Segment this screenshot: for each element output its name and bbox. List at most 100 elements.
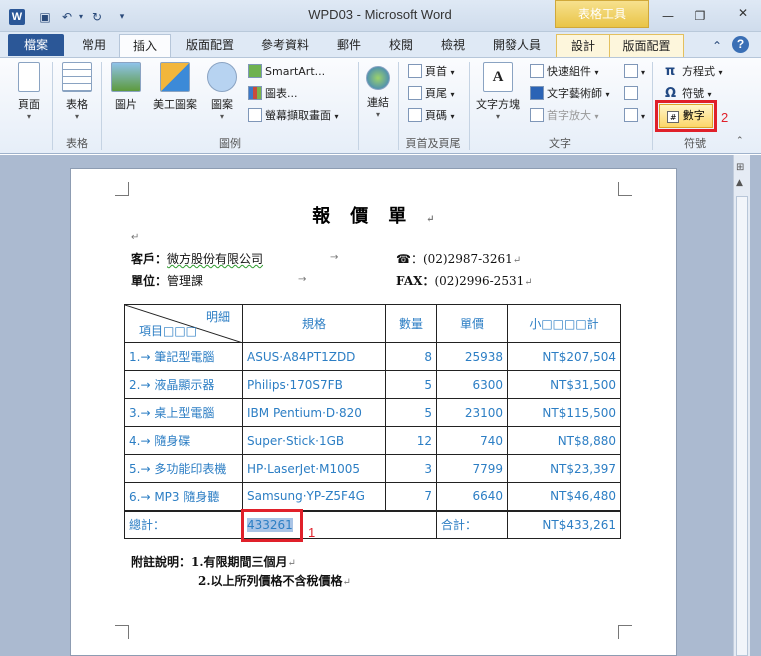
header-spec[interactable]: 規格: [242, 304, 386, 343]
subtotal-cell[interactable]: NT$115,500: [507, 398, 621, 427]
item-cell[interactable]: 4.→ 隨身碟: [124, 426, 243, 455]
close-icon[interactable]: ✕: [727, 4, 759, 26]
header-price[interactable]: 單價: [436, 304, 508, 343]
scroll-up-icon[interactable]: ▲: [736, 178, 743, 188]
tab-home[interactable]: 常用: [74, 34, 114, 58]
smartart-icon: [248, 64, 262, 78]
shapes-label: 圖案: [211, 98, 233, 111]
tab-developer[interactable]: 開發人員: [484, 34, 550, 58]
customize-qat-icon[interactable]: ▾: [113, 8, 131, 26]
clipart-button[interactable]: 美工圖案: [149, 62, 201, 112]
subtotal-cell[interactable]: NT$8,880: [507, 426, 621, 455]
page-button[interactable]: 頁面 ▾: [10, 62, 48, 121]
qty-cell[interactable]: 12: [385, 426, 437, 455]
tab-table-design[interactable]: 設計: [556, 34, 610, 58]
header-qty[interactable]: 數量: [385, 304, 437, 343]
total-value-cell[interactable]: NT$433,261: [507, 510, 621, 539]
chevron-down-icon: ▾: [74, 112, 79, 121]
group-label-illustrations: 圖例: [219, 137, 241, 150]
price-cell[interactable]: 7799: [436, 454, 508, 483]
qty-cell[interactable]: 5: [385, 398, 437, 427]
page-number-button[interactable]: 頁碼 ▾: [408, 106, 455, 126]
qty-cell[interactable]: 8: [385, 342, 437, 371]
qty-cell[interactable]: 7: [385, 482, 437, 511]
object-button[interactable]: ▾: [624, 106, 645, 126]
link-button[interactable]: 連結 ▾: [362, 62, 394, 119]
expand-icon[interactable]: ⌃: [736, 136, 744, 146]
minimize-icon[interactable]: —: [655, 7, 681, 25]
tab-references[interactable]: 參考資料: [252, 34, 318, 58]
price-cell[interactable]: 23100: [436, 398, 508, 427]
subtotal-cell[interactable]: NT$207,504: [507, 342, 621, 371]
item-cell[interactable]: 5.→ 多功能印表機: [124, 454, 243, 483]
header-subtotal[interactable]: 小□□□□計: [507, 304, 621, 343]
chart-button[interactable]: 圖表...: [248, 84, 298, 104]
tab-page-layout[interactable]: 版面配置: [178, 34, 242, 58]
ruler-toggle-icon[interactable]: ⊞: [736, 162, 744, 173]
header-item: 項目□□□: [139, 324, 198, 338]
shapes-icon: [207, 62, 237, 92]
price-cell[interactable]: 25938: [436, 342, 508, 371]
tab-insert[interactable]: 插入: [119, 34, 171, 58]
spec-cell[interactable]: HP·LaserJet·M1005: [242, 454, 386, 483]
spec-cell[interactable]: IBM Pentium·D·820: [242, 398, 386, 427]
header-button[interactable]: 頁首 ▾: [408, 62, 455, 82]
date-time-button[interactable]: [624, 84, 641, 104]
textbox-button[interactable]: A 文字方塊 ▾: [473, 62, 523, 121]
tab-table-layout[interactable]: 版面配置: [610, 34, 684, 58]
clipart-icon: [160, 62, 190, 92]
spec-cell[interactable]: Samsung·YP-Z5F4G: [242, 482, 386, 511]
picture-button[interactable]: 圖片: [108, 62, 144, 112]
subtotal-cell[interactable]: NT$31,500: [507, 370, 621, 399]
item-cell[interactable]: 3.→ 桌上型電腦: [124, 398, 243, 427]
wordart-button[interactable]: 文字藝術師 ▾: [530, 84, 610, 104]
table-button[interactable]: 表格 ▾: [57, 62, 97, 121]
quickparts-button[interactable]: 快速組件 ▾: [530, 62, 599, 82]
equation-button[interactable]: π 方程式 ▾: [665, 62, 723, 82]
chevron-down-icon: ▾: [26, 112, 31, 121]
signature-line-button[interactable]: ▾: [624, 62, 645, 82]
textbox-label: 文字方塊: [476, 98, 520, 111]
total-qty-label-cell[interactable]: 總計：: [124, 510, 243, 539]
qty-cell[interactable]: 3: [385, 454, 437, 483]
table-tools-header: 表格工具: [555, 0, 649, 28]
item-cell[interactable]: 2.→ 液晶顯示器: [124, 370, 243, 399]
spec-cell[interactable]: Philips·170S7FB: [242, 370, 386, 399]
page-number-icon: [408, 108, 422, 122]
tab-view[interactable]: 檢視: [432, 34, 474, 58]
spec-cell[interactable]: ASUS·A84PT1ZDD: [242, 342, 386, 371]
dropcap-button[interactable]: 首字放大 ▾: [530, 106, 599, 126]
selected-cell-highlight: [241, 509, 303, 542]
price-cell[interactable]: 6300: [436, 370, 508, 399]
save-icon[interactable]: ▣: [36, 8, 54, 26]
omega-icon: Ω: [665, 86, 677, 101]
quote-table[interactable]: 明細 項目□□□ 規格 數量 單價 小□□□□計 1.→ 筆記型電腦 ASUS·…: [124, 304, 621, 539]
footer-button[interactable]: 頁尾 ▾: [408, 84, 455, 104]
screenshot-button[interactable]: 螢幕擷取畫面 ▾: [248, 106, 339, 126]
restore-icon[interactable]: ❐: [687, 7, 713, 25]
qty-cell[interactable]: 5: [385, 370, 437, 399]
spec-cell[interactable]: Super·Stick·1GB: [242, 426, 386, 455]
word-app-icon[interactable]: W: [9, 9, 25, 25]
chevron-down-icon: ▾: [219, 112, 224, 121]
price-cell[interactable]: 740: [436, 426, 508, 455]
item-cell[interactable]: 1.→ 筆記型電腦: [124, 342, 243, 371]
ribbon-minimize-icon[interactable]: ⌃: [708, 37, 726, 55]
scroll-thumb[interactable]: [736, 196, 748, 656]
tab-file[interactable]: 檔案: [8, 34, 64, 56]
price-cell[interactable]: 6640: [436, 482, 508, 511]
screenshot-icon: [248, 108, 262, 122]
subtotal-cell[interactable]: NT$23,397: [507, 454, 621, 483]
redo-icon[interactable]: ↻: [88, 8, 106, 26]
diagonal-header-cell[interactable]: 明細 項目□□□: [124, 304, 243, 343]
shapes-button[interactable]: 圖案 ▾: [206, 62, 238, 121]
tab-review[interactable]: 校閱: [380, 34, 422, 58]
subtotal-cell[interactable]: NT$46,480: [507, 482, 621, 511]
item-cell[interactable]: 6.→ MP3 隨身聽: [124, 482, 243, 511]
paragraph-mark: ↵: [131, 232, 140, 243]
help-icon[interactable]: ?: [732, 36, 749, 53]
smartart-button[interactable]: SmartArt...: [248, 62, 325, 82]
tab-mailings[interactable]: 郵件: [328, 34, 370, 58]
table-row: 3.→ 桌上型電腦 IBM Pentium·D·820 5 23100 NT$1…: [124, 398, 621, 427]
total-label-cell[interactable]: 合計：: [436, 510, 508, 539]
